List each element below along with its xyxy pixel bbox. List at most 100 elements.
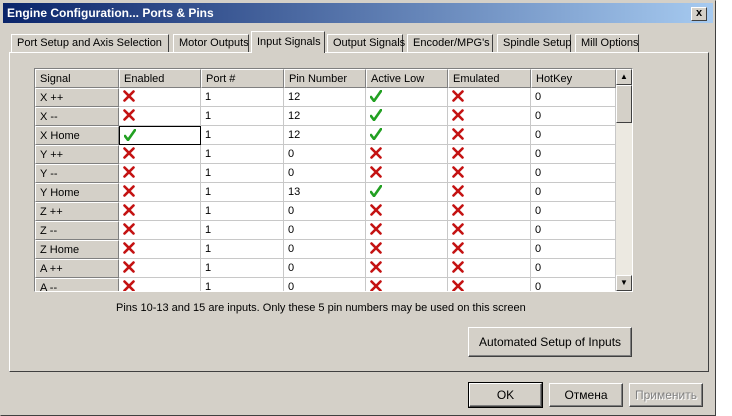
- cell-signal[interactable]: Y --: [35, 164, 119, 183]
- cell-pin-number[interactable]: 12: [284, 126, 366, 145]
- cell-hotkey[interactable]: 0: [531, 145, 616, 164]
- cell-emulated[interactable]: [448, 88, 531, 107]
- cell-enabled[interactable]: [119, 221, 201, 240]
- cell-emulated[interactable]: [448, 107, 531, 126]
- tab-spindle-setup[interactable]: Spindle Setup: [497, 34, 572, 52]
- cell-signal[interactable]: Y ++: [35, 145, 119, 164]
- cell-hotkey[interactable]: 0: [531, 183, 616, 202]
- tab-motor-outputs[interactable]: Motor Outputs: [173, 34, 249, 52]
- cell-pin-number[interactable]: 0: [284, 240, 366, 259]
- cell-enabled[interactable]: [119, 126, 201, 145]
- cell-hotkey[interactable]: 0: [531, 240, 616, 259]
- cell-signal[interactable]: A ++: [35, 259, 119, 278]
- column-header-emulated[interactable]: Emulated: [448, 69, 531, 88]
- column-header-signal[interactable]: Signal: [35, 69, 119, 88]
- cell-signal[interactable]: X --: [35, 107, 119, 126]
- close-button[interactable]: x: [691, 7, 707, 21]
- cell-enabled[interactable]: [119, 164, 201, 183]
- scroll-down-button[interactable]: ▼: [616, 275, 632, 291]
- cell-port[interactable]: 1: [201, 240, 284, 259]
- cell-enabled[interactable]: [119, 107, 201, 126]
- ok-button[interactable]: OK: [468, 382, 543, 408]
- cell-emulated[interactable]: [448, 221, 531, 240]
- cell-hotkey[interactable]: 0: [531, 202, 616, 221]
- cell-active-low[interactable]: [366, 221, 448, 240]
- column-header-active-low[interactable]: Active Low: [366, 69, 448, 88]
- cell-signal[interactable]: Z ++: [35, 202, 119, 221]
- tab-output-signals[interactable]: Output Signals: [327, 34, 405, 52]
- cell-enabled[interactable]: [119, 240, 201, 259]
- cell-pin-number[interactable]: 12: [284, 107, 366, 126]
- column-header-port[interactable]: Port #: [201, 69, 284, 88]
- tab-mill-options[interactable]: Mill Options: [575, 34, 639, 52]
- cell-active-low[interactable]: [366, 88, 448, 107]
- cell-hotkey[interactable]: 0: [531, 278, 616, 291]
- cell-signal[interactable]: X ++: [35, 88, 119, 107]
- cell-hotkey[interactable]: 0: [531, 259, 616, 278]
- cell-enabled[interactable]: [119, 145, 201, 164]
- cell-emulated[interactable]: [448, 145, 531, 164]
- cell-emulated[interactable]: [448, 278, 531, 291]
- cell-active-low[interactable]: [366, 183, 448, 202]
- cell-pin-number[interactable]: 0: [284, 145, 366, 164]
- cell-active-low[interactable]: [366, 164, 448, 183]
- cell-enabled[interactable]: [119, 88, 201, 107]
- cell-port[interactable]: 1: [201, 164, 284, 183]
- cell-port[interactable]: 1: [201, 183, 284, 202]
- cell-enabled[interactable]: [119, 183, 201, 202]
- cell-port[interactable]: 1: [201, 221, 284, 240]
- cell-port[interactable]: 1: [201, 259, 284, 278]
- cell-emulated[interactable]: [448, 202, 531, 221]
- scroll-up-button[interactable]: ▲: [616, 69, 632, 85]
- cell-emulated[interactable]: [448, 126, 531, 145]
- tab-encoder-mpg[interactable]: Encoder/MPG's: [407, 34, 493, 52]
- cell-emulated[interactable]: [448, 164, 531, 183]
- cell-active-low[interactable]: [366, 240, 448, 259]
- automated-setup-button[interactable]: Automated Setup of Inputs: [468, 327, 632, 357]
- cell-pin-number[interactable]: 0: [284, 221, 366, 240]
- cell-signal[interactable]: Y Home: [35, 183, 119, 202]
- cell-port[interactable]: 1: [201, 107, 284, 126]
- cell-signal[interactable]: A --: [35, 278, 119, 291]
- cell-enabled[interactable]: [119, 202, 201, 221]
- table-header-row: Signal Enabled Port # Pin Number Active …: [35, 69, 616, 88]
- cell-emulated[interactable]: [448, 183, 531, 202]
- cell-active-low[interactable]: [366, 145, 448, 164]
- cell-port[interactable]: 1: [201, 145, 284, 164]
- cell-enabled[interactable]: [119, 259, 201, 278]
- cell-signal[interactable]: X Home: [35, 126, 119, 145]
- cell-hotkey[interactable]: 0: [531, 164, 616, 183]
- tab-port-setup[interactable]: Port Setup and Axis Selection: [11, 34, 169, 52]
- cell-active-low[interactable]: [366, 107, 448, 126]
- cell-hotkey[interactable]: 0: [531, 88, 616, 107]
- cell-hotkey[interactable]: 0: [531, 107, 616, 126]
- cell-pin-number[interactable]: 0: [284, 278, 366, 291]
- cell-hotkey[interactable]: 0: [531, 221, 616, 240]
- cell-pin-number[interactable]: 0: [284, 259, 366, 278]
- cell-port[interactable]: 1: [201, 126, 284, 145]
- cell-pin-number[interactable]: 12: [284, 88, 366, 107]
- column-header-pin-number[interactable]: Pin Number: [284, 69, 366, 88]
- cell-pin-number[interactable]: 13: [284, 183, 366, 202]
- cell-signal[interactable]: Z Home: [35, 240, 119, 259]
- column-header-enabled[interactable]: Enabled: [119, 69, 201, 88]
- cell-active-low[interactable]: [366, 278, 448, 291]
- cell-active-low[interactable]: [366, 259, 448, 278]
- cell-port[interactable]: 1: [201, 88, 284, 107]
- tab-input-signals[interactable]: Input Signals: [251, 31, 325, 53]
- cell-port[interactable]: 1: [201, 278, 284, 291]
- grid-vertical-scrollbar[interactable]: ▲ ▼: [616, 69, 632, 291]
- cell-enabled[interactable]: [119, 278, 201, 291]
- cell-pin-number[interactable]: 0: [284, 164, 366, 183]
- cell-hotkey[interactable]: 0: [531, 126, 616, 145]
- cell-pin-number[interactable]: 0: [284, 202, 366, 221]
- cell-signal[interactable]: Z --: [35, 221, 119, 240]
- cell-active-low[interactable]: [366, 202, 448, 221]
- column-header-hotkey[interactable]: HotKey: [531, 69, 616, 88]
- cell-active-low[interactable]: [366, 126, 448, 145]
- cell-emulated[interactable]: [448, 240, 531, 259]
- cancel-button[interactable]: Отмена: [549, 383, 623, 407]
- cell-emulated[interactable]: [448, 259, 531, 278]
- cell-port[interactable]: 1: [201, 202, 284, 221]
- scroll-thumb[interactable]: [616, 85, 632, 123]
